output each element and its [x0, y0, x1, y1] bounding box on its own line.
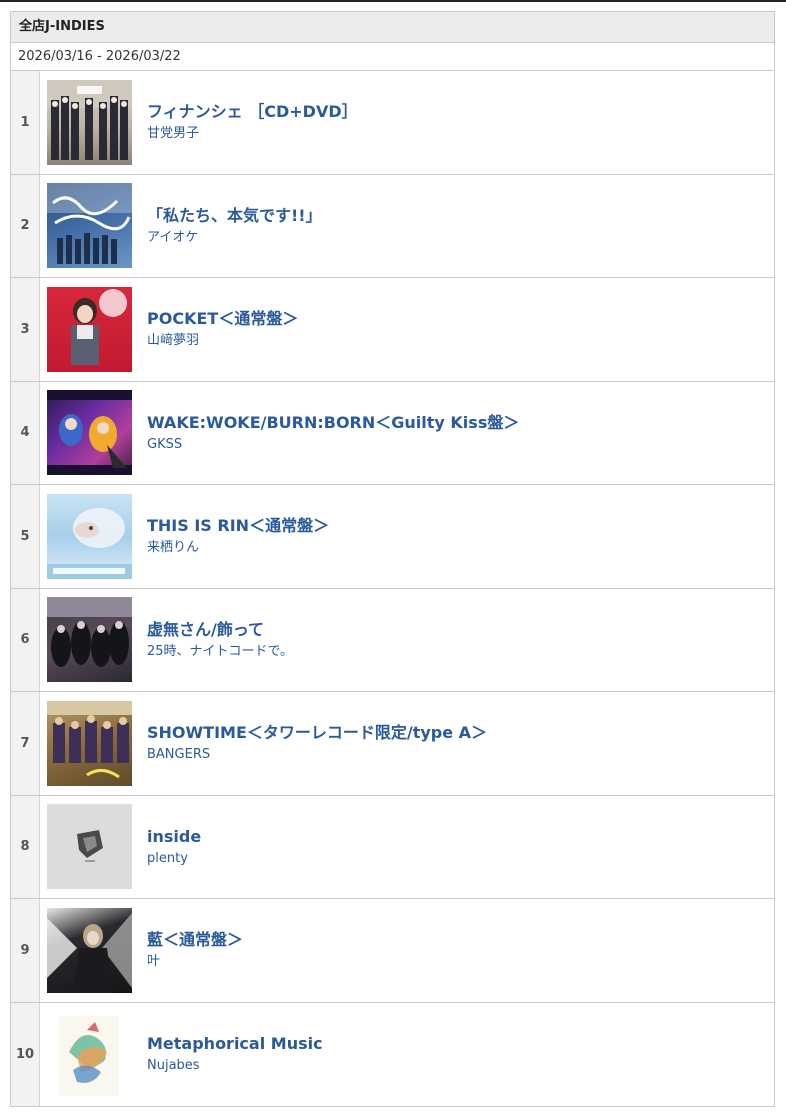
ranking-row: 2 「私たち、本気です!!」 アイオケ — [11, 174, 774, 278]
ranking-entry: フィナンシェ ［CD+DVD］ 甘党男子 — [39, 71, 774, 174]
ranking-entry: Metaphorical Music Nujabes — [39, 1002, 774, 1106]
item-info: フィナンシェ ［CD+DVD］ 甘党男子 — [147, 102, 358, 142]
artist-link[interactable]: BANGERS — [147, 747, 487, 763]
ranking-row: 4 WAKE:WOKE/BURN:BORN＜Guilty Kiss盤＞ GKSS — [11, 381, 774, 485]
date-range: 2026/03/16 - 2026/03/22 — [11, 43, 774, 71]
ranking-entry: 虚無さん/飾って 25時、ナイトコードで。 — [39, 588, 774, 691]
ranking-row: 9 藍＜通常盤＞ 叶 — [11, 899, 774, 1003]
item-title-link[interactable]: Metaphorical Music — [147, 1034, 323, 1054]
rank-number: 5 — [11, 485, 39, 588]
artist-link[interactable]: 25時、ナイトコードで。 — [147, 644, 293, 660]
artist-link[interactable]: 来栖りん — [147, 540, 329, 556]
item-info: SHOWTIME＜タワーレコード限定/type A＞ BANGERS — [147, 723, 487, 763]
ranking-entry: 「私たち、本気です!!」 アイオケ — [39, 174, 774, 277]
album-cover-image[interactable] — [47, 493, 132, 579]
ranking-row: 7 SHOWTIME＜タワーレコード限定/type A＞ BANGERS — [11, 692, 774, 796]
item-info: inside plenty — [147, 827, 201, 867]
item-title-link[interactable]: 虚無さん/飾って — [147, 620, 293, 640]
ranking-entry: THIS IS RIN＜通常盤＞ 来栖りん — [39, 485, 774, 588]
ranking-row: 1 フィナンシェ ［CD+DVD］ 甘党男子 — [11, 71, 774, 175]
rank-number: 4 — [11, 381, 39, 484]
item-info: THIS IS RIN＜通常盤＞ 来栖りん — [147, 516, 329, 556]
item-info: 虚無さん/飾って 25時、ナイトコードで。 — [147, 620, 293, 660]
rank-number: 8 — [11, 795, 39, 898]
artist-link[interactable]: plenty — [147, 851, 201, 867]
ranking-entry: 藍＜通常盤＞ 叶 — [39, 899, 774, 1002]
ranking-row: 3 POCKET＜通常盤＞ 山﨑夢羽 — [11, 278, 774, 382]
artist-link[interactable]: GKSS — [147, 437, 519, 453]
ranking-entry: POCKET＜通常盤＞ 山﨑夢羽 — [39, 278, 774, 381]
album-cover-image[interactable] — [47, 804, 132, 890]
album-cover-image[interactable] — [47, 79, 132, 165]
ranking-list: 1 フィナンシェ ［CD+DVD］ 甘党男子 2 「私たち、本気です!!」 アイ… — [11, 71, 774, 1106]
rank-number: 3 — [11, 278, 39, 381]
album-cover-image[interactable] — [47, 390, 132, 476]
ranking-row: 6 虚無さん/飾って 25時、ナイトコードで。 — [11, 588, 774, 692]
album-cover-image[interactable] — [47, 700, 132, 786]
album-cover-image[interactable] — [47, 1011, 132, 1097]
item-info: WAKE:WOKE/BURN:BORN＜Guilty Kiss盤＞ GKSS — [147, 413, 519, 453]
item-title-link[interactable]: POCKET＜通常盤＞ — [147, 309, 298, 329]
ranking-row: 10 Metaphorical Music Nujabes — [11, 1002, 774, 1106]
item-title-link[interactable]: WAKE:WOKE/BURN:BORN＜Guilty Kiss盤＞ — [147, 413, 519, 433]
rank-number: 6 — [11, 588, 39, 691]
ranking-entry: WAKE:WOKE/BURN:BORN＜Guilty Kiss盤＞ GKSS — [39, 381, 774, 484]
rank-number: 10 — [11, 1002, 39, 1106]
artist-link[interactable]: 山﨑夢羽 — [147, 333, 298, 349]
ranking-panel: 全店J-INDIES 2026/03/16 - 2026/03/22 1 フィナ… — [10, 11, 775, 1107]
item-info: Metaphorical Music Nujabes — [147, 1034, 323, 1074]
item-title-link[interactable]: inside — [147, 827, 201, 847]
artist-link[interactable]: 叶 — [147, 954, 243, 970]
album-cover-image[interactable] — [47, 183, 132, 269]
album-cover-image[interactable] — [47, 597, 132, 683]
top-border — [0, 0, 786, 2]
artist-link[interactable]: Nujabes — [147, 1058, 323, 1074]
ranking-entry: SHOWTIME＜タワーレコード限定/type A＞ BANGERS — [39, 692, 774, 795]
item-title-link[interactable]: THIS IS RIN＜通常盤＞ — [147, 516, 329, 536]
item-title-link[interactable]: 藍＜通常盤＞ — [147, 930, 243, 950]
rank-number: 1 — [11, 71, 39, 174]
item-info: 「私たち、本気です!!」 アイオケ — [147, 206, 322, 246]
rank-number: 7 — [11, 692, 39, 795]
artist-link[interactable]: アイオケ — [147, 230, 322, 246]
item-title-link[interactable]: 「私たち、本気です!!」 — [147, 206, 322, 226]
item-info: 藍＜通常盤＞ 叶 — [147, 930, 243, 970]
item-info: POCKET＜通常盤＞ 山﨑夢羽 — [147, 309, 298, 349]
rank-number: 9 — [11, 899, 39, 1002]
ranking-row: 5 THIS IS RIN＜通常盤＞ 来栖りん — [11, 485, 774, 589]
panel-title: 全店J-INDIES — [11, 12, 774, 43]
ranking-row: 8 inside plenty — [11, 795, 774, 899]
album-cover-image[interactable] — [47, 286, 132, 372]
item-title-link[interactable]: SHOWTIME＜タワーレコード限定/type A＞ — [147, 723, 487, 743]
rank-number: 2 — [11, 174, 39, 277]
artist-link[interactable]: 甘党男子 — [147, 126, 358, 142]
item-title-link[interactable]: フィナンシェ ［CD+DVD］ — [147, 102, 358, 122]
ranking-entry: inside plenty — [39, 795, 774, 898]
album-cover-image[interactable] — [47, 907, 132, 993]
